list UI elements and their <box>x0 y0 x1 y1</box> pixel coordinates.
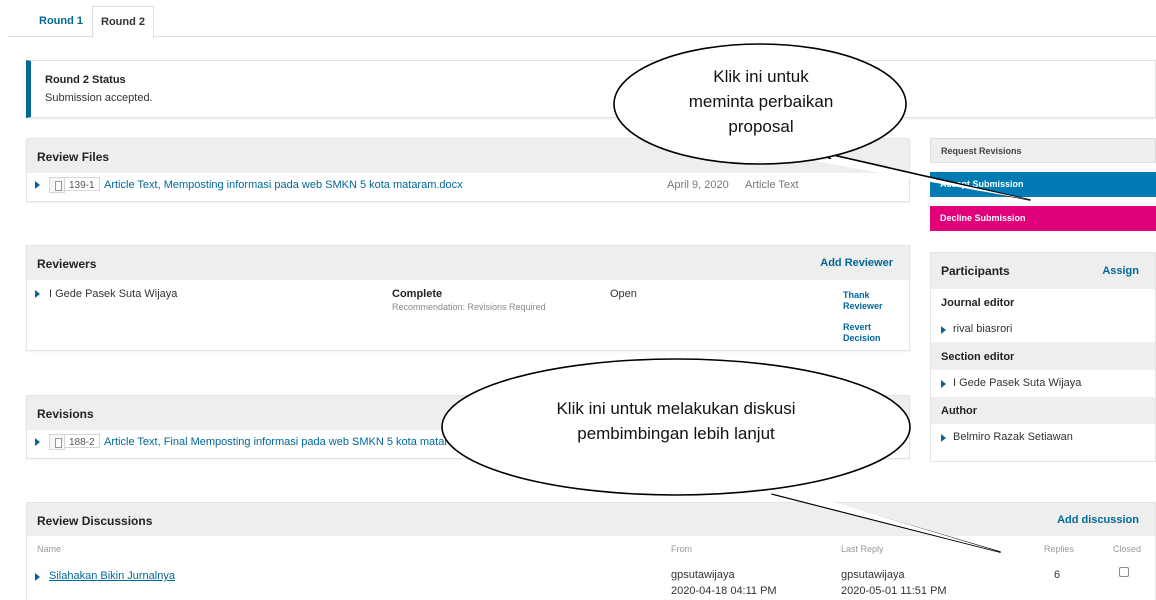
callout-top-tail <box>819 151 1031 201</box>
callout-top-text: Klik ini untuk meminta perbaikan proposa… <box>688 67 834 136</box>
callout-bottom-text: Klik ini untuk melakukan diskusi pembimb… <box>556 399 796 443</box>
callout-overlay <box>441 43 1031 553</box>
